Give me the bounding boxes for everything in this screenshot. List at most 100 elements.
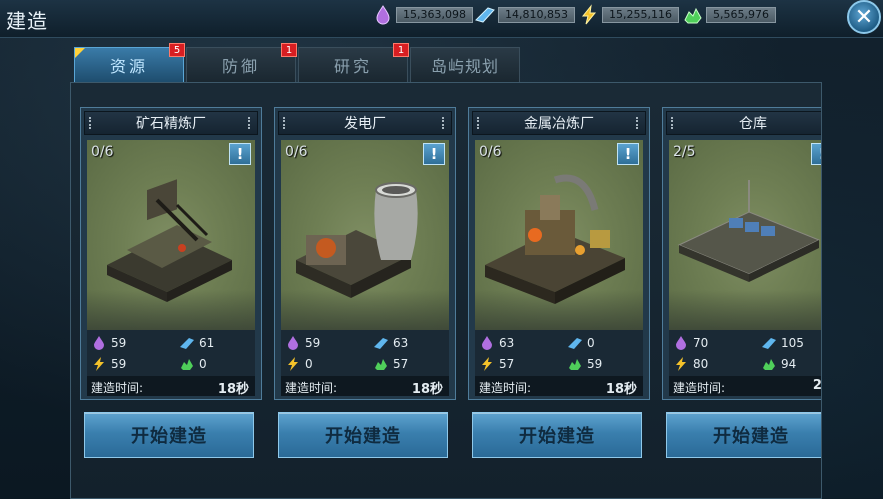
selected-corner-marker (75, 48, 85, 58)
power-plant-illustration (296, 182, 418, 298)
cost-oil: 59 (285, 333, 320, 353)
cost-crystal: 61 (179, 333, 214, 353)
cost-ore: 94 (761, 354, 796, 374)
building-card-warehouse[interactable]: 仓库 2/5 ! 70 105 (662, 107, 822, 400)
tab-research[interactable]: 研究 1 (298, 43, 409, 82)
start-build-button[interactable]: 开始建造 (84, 412, 254, 458)
resource-ore-value: 5,565,976 (706, 7, 776, 23)
green-ore-icon (181, 359, 193, 370)
build-time-value: 18秒 (217, 382, 249, 397)
resource-energy-value: 15,255,116 (602, 7, 679, 23)
energy-bolt-icon (676, 357, 686, 371)
top-bar: 建造 15,363,098 14,810,853 15,255,116 5,56… (0, 0, 883, 38)
ore-refinery-illustration (107, 179, 232, 302)
tab-badge: 5 (169, 43, 185, 57)
crystal-shard-icon (180, 338, 194, 349)
oil-drop-icon (94, 336, 104, 350)
building-name: 仓库 (666, 111, 821, 135)
build-time-row: 建造时间: 18秒 (475, 376, 643, 397)
tab-resources[interactable]: 资源 5 (74, 43, 185, 82)
building-card-ore-refinery[interactable]: 矿石精炼厂 0/6 ! 59 61 59 0 建造时间: 18秒 (80, 107, 262, 400)
building-count: 2/5 (673, 144, 696, 160)
build-time-value: 18秒 (411, 382, 443, 397)
build-time-label: 建造时间: (285, 381, 338, 395)
building-count: 0/6 (91, 144, 114, 160)
cost-oil: 59 (91, 333, 126, 353)
tab-island-planning[interactable]: 岛屿规划 (410, 47, 520, 82)
cost-panel: 70 105 80 94 (669, 330, 821, 376)
build-time-value: 18秒 (605, 382, 637, 397)
cost-oil: 63 (479, 333, 514, 353)
cost-panel: 59 61 59 0 (87, 330, 255, 376)
building-image: 0/6 ! (281, 140, 449, 330)
oil-drop-icon (376, 5, 390, 25)
cost-energy: 80 (673, 354, 708, 374)
cost-crystal: 63 (373, 333, 408, 353)
start-build-button[interactable]: 开始建造 (666, 412, 821, 458)
building-card-metal-smelter[interactable]: 金属冶炼厂 0/6 ! 63 0 57 59 建造时间: 18秒 (468, 107, 650, 400)
resource-energy: 15,255,116 (578, 4, 679, 26)
crystal-shard-icon (568, 338, 582, 349)
tab-badge: 1 (393, 43, 409, 57)
cost-oil: 70 (673, 333, 708, 353)
info-icon[interactable]: ! (423, 143, 445, 165)
tab-badge: 1 (281, 43, 297, 57)
build-time-row: 建造时间: 18秒 (281, 376, 449, 397)
start-build-button[interactable]: 开始建造 (472, 412, 642, 458)
building-name: 金属冶炼厂 (472, 111, 646, 135)
building-image: 0/6 ! (87, 140, 255, 330)
tab-label: 防御 (221, 57, 260, 76)
close-button[interactable]: ✕ (847, 0, 881, 34)
cost-energy: 59 (91, 354, 126, 374)
crystal-shard-icon (475, 7, 495, 23)
cost-ore: 0 (179, 354, 207, 374)
cost-ore: 59 (567, 354, 602, 374)
build-time-label: 建造时间: (479, 381, 532, 395)
energy-bolt-icon (288, 357, 298, 371)
building-panel: 矿石精炼厂 0/6 ! 59 61 59 0 建造时间: 18秒 开始建造 发电… (70, 82, 822, 499)
building-count: 0/6 (479, 144, 502, 160)
cost-energy: 0 (285, 354, 313, 374)
oil-drop-icon (482, 336, 492, 350)
energy-bolt-icon (94, 357, 104, 371)
start-build-button[interactable]: 开始建造 (278, 412, 448, 458)
build-time-label: 建造时间: (673, 381, 726, 395)
build-time-value: 28 (812, 378, 822, 393)
cost-ore: 57 (373, 354, 408, 374)
cost-crystal: 0 (567, 333, 595, 353)
building-image: 0/6 ! (475, 140, 643, 330)
cost-crystal: 105 (761, 333, 804, 353)
resource-crystal: 14,810,853 (474, 4, 575, 26)
cost-panel: 63 0 57 59 (475, 330, 643, 376)
energy-bolt-icon (581, 4, 597, 25)
tab-label: 研究 (333, 57, 372, 76)
resource-ore: 5,565,976 (682, 4, 776, 26)
info-icon[interactable]: ! (811, 143, 821, 165)
tab-label: 资源 (109, 57, 148, 76)
resource-oil: 15,363,098 (372, 4, 473, 26)
info-icon[interactable]: ! (617, 143, 639, 165)
building-count: 0/6 (285, 144, 308, 160)
building-card-power-plant[interactable]: 发电厂 0/6 ! 59 63 0 57 建造时间: 18秒 (274, 107, 456, 400)
building-name: 发电厂 (278, 111, 452, 135)
oil-drop-icon (288, 336, 298, 350)
tab-label: 岛屿规划 (430, 57, 499, 76)
resource-crystal-value: 14,810,853 (498, 7, 575, 23)
green-ore-icon (569, 359, 581, 370)
cost-panel: 59 63 0 57 (281, 330, 449, 376)
resource-oil-value: 15,363,098 (396, 7, 473, 23)
warehouse-illustration (677, 180, 821, 282)
crystal-shard-icon (762, 338, 776, 349)
crystal-shard-icon (374, 338, 388, 349)
info-icon[interactable]: ! (229, 143, 251, 165)
green-ore-icon (763, 359, 775, 370)
energy-bolt-icon (482, 357, 492, 371)
tab-defense[interactable]: 防御 1 (186, 43, 297, 82)
oil-drop-icon (676, 336, 686, 350)
green-ore-icon (684, 7, 702, 24)
build-time-row: 建造时间: 18秒 (87, 376, 255, 397)
cost-energy: 57 (479, 354, 514, 374)
building-image: 2/5 ! (669, 140, 821, 330)
building-name: 矿石精炼厂 (84, 111, 258, 135)
metal-smelter-illustration (485, 174, 625, 304)
